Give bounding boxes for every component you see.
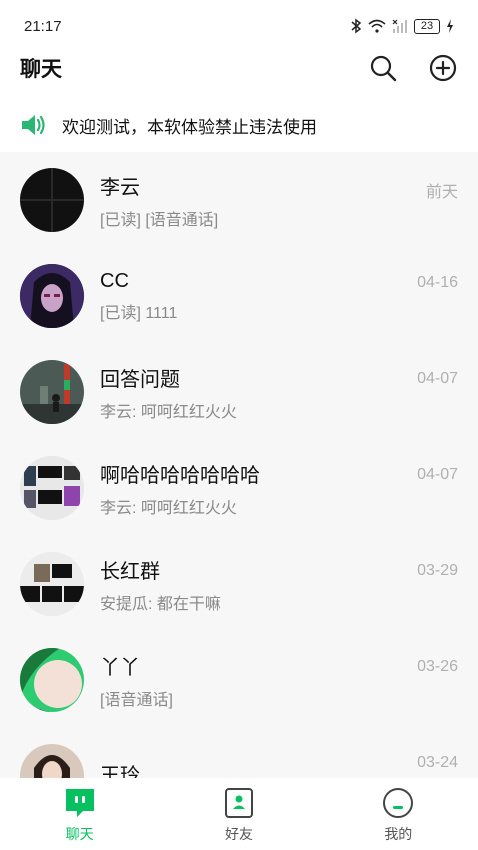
chat-preview: [语音通话] — [100, 691, 173, 709]
avatar — [20, 552, 84, 616]
battery-icon: 23 — [414, 18, 440, 34]
tab-me[interactable]: 我的 — [338, 786, 458, 844]
profile-icon — [383, 788, 414, 818]
chat-time: 03-29 — [417, 562, 458, 579]
notice-banner[interactable]: 欢迎测试，本软体验禁止违法使用 — [0, 100, 478, 150]
avatar — [20, 456, 84, 520]
chat-preview: 李云: 呵呵红红火火 — [100, 499, 237, 517]
chat-icon — [65, 789, 94, 817]
chat-preview: 李云: 呵呵红红火火 — [100, 403, 237, 421]
tab-me-label: 我的 — [384, 826, 413, 842]
avatar — [20, 744, 84, 778]
tab-friends[interactable]: 好友 — [179, 786, 299, 844]
chat-item[interactable]: 啊哈哈哈哈哈哈哈 李云: 呵呵红红火火 04-07 — [0, 440, 478, 536]
status-time: 21:17 — [24, 17, 62, 35]
avatar — [20, 648, 84, 712]
chat-item[interactable]: 王玲 03-24 — [0, 728, 478, 778]
wifi-icon — [368, 19, 386, 33]
chat-name: 王玲 — [100, 764, 140, 779]
bluetooth-icon — [351, 18, 362, 34]
chat-name: CC — [100, 269, 129, 292]
header-actions — [368, 53, 458, 83]
chat-item[interactable]: 回答问题 李云: 呵呵红红火火 04-07 — [0, 344, 478, 440]
chat-name: 啊哈哈哈哈哈哈哈 — [100, 464, 260, 487]
chat-item[interactable]: 丫丫 [语音通话] 03-26 — [0, 632, 478, 728]
page-title: 聊天 — [20, 58, 62, 81]
status-icons: 23 — [350, 18, 454, 34]
bottom-tab-bar: 聊天 好友 我的 — [0, 778, 478, 850]
cellular-signal-icon — [392, 19, 407, 33]
chat-time: 04-07 — [417, 466, 458, 483]
notice-text: 欢迎测试，本软体验禁止违法使用 — [62, 117, 317, 137]
search-icon — [370, 55, 397, 82]
chat-name: 李云 — [100, 176, 140, 199]
plus-circle-icon — [429, 54, 457, 82]
chat-time: 04-16 — [417, 274, 458, 291]
chat-time: 03-24 — [417, 754, 458, 771]
avatar — [20, 168, 84, 232]
avatar — [20, 264, 84, 328]
app-header: 聊天 — [0, 44, 478, 92]
chat-item[interactable]: CC [已读] 1111 04-16 — [0, 248, 478, 344]
chat-name: 丫丫 — [100, 656, 140, 679]
chat-name: 回答问题 — [100, 368, 180, 391]
chat-list[interactable]: 李云 [已读] [语音通话] 前天 CC [已读] 1111 04-16 回答问… — [0, 152, 478, 778]
chat-time: 前天 — [425, 184, 458, 201]
tab-chat[interactable]: 聊天 — [20, 786, 140, 844]
speaker-icon — [22, 115, 45, 135]
chat-preview: 安提瓜: 都在干嘛 — [100, 595, 221, 613]
chat-time: 03-26 — [417, 658, 458, 675]
chat-preview: [已读] 1111 — [100, 304, 178, 322]
contacts-icon — [224, 788, 253, 818]
chat-name: 长红群 — [100, 560, 160, 583]
add-button[interactable] — [428, 53, 458, 83]
tab-chat-label: 聊天 — [65, 826, 94, 842]
search-button[interactable] — [368, 53, 398, 83]
chat-item[interactable]: 长红群 安提瓜: 都在干嘛 03-29 — [0, 536, 478, 632]
charging-icon — [447, 19, 453, 33]
battery-level: 23 — [420, 19, 434, 32]
chat-time: 04-07 — [417, 370, 458, 387]
chat-item[interactable]: 李云 [已读] [语音通话] 前天 — [0, 152, 478, 248]
chat-preview: [已读] [语音通话] — [100, 211, 219, 229]
tab-friends-label: 好友 — [224, 826, 253, 842]
avatar — [20, 360, 84, 424]
